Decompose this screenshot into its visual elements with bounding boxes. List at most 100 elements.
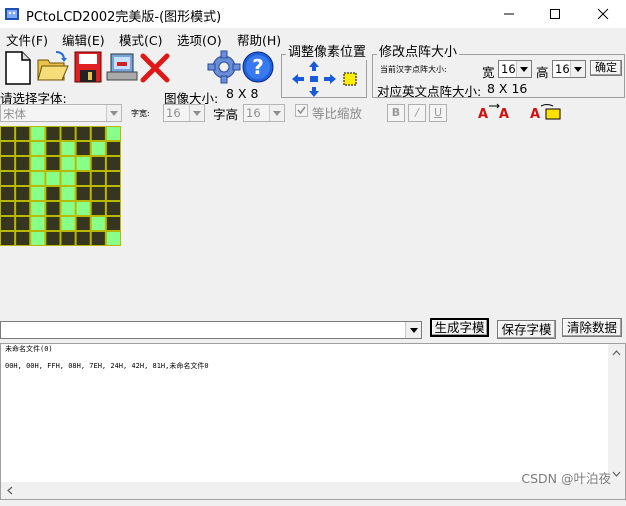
pixel-cell[interactable] [46, 217, 60, 230]
open-folder-icon[interactable] [36, 50, 70, 84]
menu-edit[interactable]: 编辑(E) [62, 30, 105, 49]
pixel-cell[interactable] [76, 202, 90, 215]
pixel-cell[interactable] [76, 127, 90, 140]
pixel-cell[interactable] [106, 217, 120, 230]
font-width-select[interactable]: 16 [163, 104, 205, 122]
proportional-checkbox[interactable] [295, 104, 308, 117]
pixel-cell[interactable] [61, 157, 75, 170]
save-disk-icon[interactable] [73, 50, 103, 84]
pixel-cell[interactable] [76, 187, 90, 200]
pixel-cell[interactable] [76, 142, 90, 155]
pixel-cell[interactable] [1, 202, 15, 215]
title-bar[interactable]: PCtoLCD2002完美版-(图形模式) [0, 0, 626, 28]
font-select[interactable]: 宋体 [0, 104, 122, 122]
pixel-editor-grid[interactable] [0, 126, 121, 246]
pixel-cell[interactable] [106, 142, 120, 155]
maximize-button[interactable] [532, 0, 578, 28]
shift-left-icon[interactable] [291, 73, 305, 85]
pixel-cell[interactable] [31, 142, 45, 155]
scroll-up-icon[interactable] [608, 344, 625, 361]
pixel-cell[interactable] [1, 187, 15, 200]
pixel-cell[interactable] [91, 127, 105, 140]
pixel-cell[interactable] [106, 157, 120, 170]
pixel-cell[interactable] [1, 157, 15, 170]
pixel-cell[interactable] [91, 217, 105, 230]
pixel-cell[interactable] [91, 202, 105, 215]
pixel-cell[interactable] [106, 187, 120, 200]
pixel-cell[interactable] [16, 157, 30, 170]
save-font-button[interactable]: 保存字模 [497, 320, 556, 339]
scroll-left-icon[interactable] [1, 482, 18, 499]
shift-down-icon[interactable] [307, 86, 321, 98]
generate-button[interactable]: 生成字模 [430, 318, 489, 337]
center-icon[interactable] [307, 73, 321, 85]
menu-help[interactable]: 帮助(H) [237, 30, 281, 49]
pixel-cell[interactable] [1, 217, 15, 230]
font-height-select[interactable]: 16 [243, 104, 285, 122]
pixel-cell[interactable] [31, 157, 45, 170]
pixel-cell[interactable] [31, 202, 45, 215]
pixel-cell[interactable] [61, 232, 75, 245]
vertical-scrollbar[interactable] [608, 344, 625, 483]
pixel-cell[interactable] [1, 142, 15, 155]
settings-gear-icon[interactable] [207, 50, 241, 84]
pixel-cell[interactable] [61, 142, 75, 155]
minimize-button[interactable] [486, 0, 532, 28]
pixel-cell[interactable] [76, 232, 90, 245]
pixel-cell[interactable] [106, 232, 120, 245]
pixel-cell[interactable] [76, 172, 90, 185]
bold-button[interactable]: B [387, 104, 405, 122]
italic-button[interactable]: / [408, 104, 426, 122]
pixel-cell[interactable] [46, 157, 60, 170]
mirror-horizontal-icon[interactable]: A A [475, 103, 513, 123]
pixel-cell[interactable] [16, 232, 30, 245]
clear-data-button[interactable]: 清除数据 [562, 318, 622, 337]
pixel-cell[interactable] [91, 232, 105, 245]
pixel-cell[interactable] [61, 217, 75, 230]
pixel-cell[interactable] [1, 232, 15, 245]
confirm-matrix-button[interactable]: 确定 [590, 60, 622, 76]
pixel-cell[interactable] [91, 142, 105, 155]
pixel-cell[interactable] [16, 172, 30, 185]
pixel-cell[interactable] [61, 187, 75, 200]
crop-icon[interactable] [341, 70, 359, 88]
pixel-cell[interactable] [46, 187, 60, 200]
pixel-cell[interactable] [106, 202, 120, 215]
pixel-cell[interactable] [91, 157, 105, 170]
close-button[interactable] [580, 0, 626, 28]
pixel-cell[interactable] [16, 202, 30, 215]
pixel-cell[interactable] [61, 202, 75, 215]
pixel-cell[interactable] [61, 127, 75, 140]
pixel-cell[interactable] [46, 202, 60, 215]
output-textarea[interactable]: 未命名文件(0) 00H, 00H, FFH, 08H, 7EH, 24H, 4… [0, 343, 626, 500]
pixel-cell[interactable] [31, 127, 45, 140]
underline-button[interactable]: U [429, 104, 447, 122]
pixel-cell[interactable] [106, 127, 120, 140]
pixel-cell[interactable] [61, 172, 75, 185]
pixel-cell[interactable] [1, 127, 15, 140]
pixel-cell[interactable] [76, 157, 90, 170]
pixel-cell[interactable] [91, 172, 105, 185]
lcd-output-icon[interactable] [105, 50, 139, 84]
pixel-cell[interactable] [1, 172, 15, 185]
pixel-cell[interactable] [16, 187, 30, 200]
pixel-cell[interactable] [31, 172, 45, 185]
char-input-combo[interactable] [0, 321, 422, 339]
shift-right-icon[interactable] [323, 73, 337, 85]
matrix-height-select[interactable]: 16 [552, 60, 586, 78]
menu-options[interactable]: 选项(O) [177, 30, 222, 49]
pixel-cell[interactable] [106, 172, 120, 185]
pixel-cell[interactable] [31, 232, 45, 245]
shift-up-icon[interactable] [307, 60, 321, 72]
pixel-cell[interactable] [46, 172, 60, 185]
delete-x-icon[interactable] [139, 52, 171, 84]
menu-mode[interactable]: 模式(C) [119, 30, 162, 49]
pixel-cell[interactable] [31, 187, 45, 200]
pixel-cell[interactable] [16, 127, 30, 140]
pixel-cell[interactable] [76, 217, 90, 230]
new-file-icon[interactable] [2, 50, 34, 86]
matrix-width-select[interactable]: 16 [498, 60, 532, 78]
pixel-cell[interactable] [46, 232, 60, 245]
help-question-icon[interactable]: ? [241, 50, 275, 84]
menu-file[interactable]: 文件(F) [6, 30, 48, 49]
